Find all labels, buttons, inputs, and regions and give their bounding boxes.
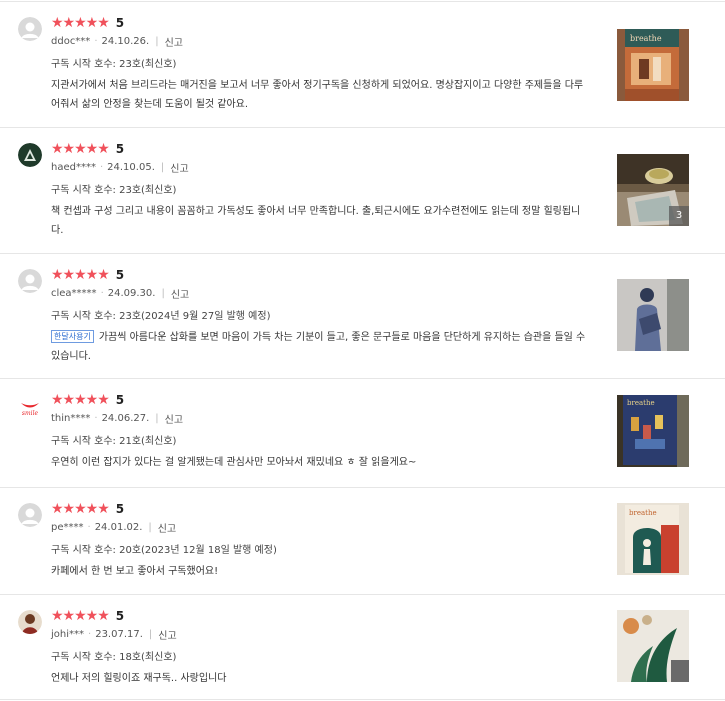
review-item: ★★★★★ 5 johi*** · 23.07.17. | 신고 구독 시작 호…	[0, 594, 725, 700]
review-photo[interactable]: breathe	[617, 395, 689, 467]
month-review-badge: 한달사용기	[51, 330, 94, 343]
review-photo[interactable]: breathe	[617, 29, 689, 101]
smile-logo: smile	[18, 394, 42, 418]
review-list: ★★★★★ 5 ddoc*** · 24.10.26. | 신고 구독 시작 호…	[0, 0, 725, 701]
star-rating-icon: ★★★★★	[51, 392, 110, 408]
rating-score: 5	[115, 16, 125, 30]
review-text-content: 가끔씩 아름다운 삽화를 보면 마음이 가득 차는 기분이 들고, 좋은 문구들…	[51, 332, 586, 362]
svg-text:breathe: breathe	[630, 34, 662, 43]
subscription-issue: 구독 시작 호수: 18호(최신호)	[51, 652, 177, 663]
review-item: ★★★★★ 5 pe**** · 24.01.02. | 신고 구독 시작 호수…	[0, 487, 725, 594]
review-text: 카페에서 한 번 보고 좋아서 구독했어요!	[51, 566, 219, 577]
review-text: 언제나 저의 힐링이죠 재구독.. 사랑입니다	[51, 673, 227, 684]
rating-score: 5	[115, 502, 125, 516]
default-avatar-icon	[18, 269, 42, 293]
review-photo[interactable]	[617, 279, 689, 351]
user-id: clea*****	[51, 288, 97, 299]
review-meta: johi*** · 23.07.17. | 신고	[51, 627, 177, 642]
rating-stars: ★★★★★ 5	[51, 609, 124, 623]
review-item: smile ★★★★★ 5 thin**** · 24.06.27. | 신고 …	[0, 378, 725, 487]
user-id: thin****	[51, 413, 91, 424]
report-link[interactable]: 신고	[165, 411, 183, 426]
review-date: 24.06.27.	[101, 413, 150, 424]
review-meta: pe**** · 24.01.02. | 신고	[51, 520, 177, 535]
rating-stars: ★★★★★ 5	[51, 16, 124, 30]
report-link[interactable]: 신고	[170, 160, 188, 175]
default-avatar-icon	[18, 17, 42, 41]
profile-photo	[18, 610, 42, 634]
subscription-issue: 구독 시작 호수: 20호(2023년 12월 18일 발행 예정)	[51, 545, 277, 556]
rating-score: 5	[115, 142, 125, 156]
star-rating-icon: ★★★★★	[51, 501, 110, 517]
star-rating-icon: ★★★★★	[51, 267, 110, 283]
review-date: 24.09.30.	[107, 288, 156, 299]
review-date: 24.01.02.	[94, 522, 143, 533]
review-photo[interactable]	[617, 610, 689, 682]
photo-count-badge: 3	[669, 206, 689, 226]
profile-photo	[18, 143, 42, 167]
review-meta: thin**** · 24.06.27. | 신고	[51, 411, 184, 426]
subscription-issue: 구독 시작 호수: 23호(최신호)	[51, 59, 177, 70]
review-meta: ddoc*** · 24.10.26. | 신고	[51, 34, 183, 49]
rating-stars: ★★★★★ 5	[51, 393, 124, 407]
review-photo[interactable]: 3	[617, 154, 689, 226]
review-text: 책 컨셉과 구성 그리고 내용이 꼼꼼하고 가독성도 좋아서 너무 만족합니다.…	[51, 206, 581, 236]
report-link[interactable]: 신고	[158, 520, 176, 535]
default-avatar-icon	[18, 503, 42, 527]
rating-score: 5	[115, 268, 125, 282]
report-link[interactable]: 신고	[171, 286, 189, 301]
subscription-issue: 구독 시작 호수: 23호(최신호)	[51, 185, 177, 196]
smile-logo-text: smile	[22, 410, 39, 417]
review-meta: clea***** · 24.09.30. | 신고	[51, 286, 190, 301]
user-id: haed****	[51, 162, 96, 173]
user-id: johi***	[51, 629, 85, 640]
rating-score: 5	[115, 609, 125, 623]
report-link[interactable]: 신고	[158, 627, 176, 642]
report-link[interactable]: 신고	[165, 34, 183, 49]
star-rating-icon: ★★★★★	[51, 141, 110, 157]
review-date: 23.07.17.	[95, 629, 143, 640]
rating-stars: ★★★★★ 5	[51, 268, 124, 282]
review-text: 지관서가에서 처음 브리드라는 매거진을 보고서 너무 좋아서 정기구독을 신청…	[51, 80, 584, 110]
review-item: ★★★★★ 5 ddoc*** · 24.10.26. | 신고 구독 시작 호…	[0, 1, 725, 127]
star-rating-icon: ★★★★★	[51, 608, 110, 624]
rating-score: 5	[115, 393, 125, 407]
review-date: 24.10.05.	[107, 162, 155, 173]
svg-text:breathe: breathe	[629, 509, 657, 517]
subscription-issue: 구독 시작 호수: 23호(2024년 9월 27일 발행 예정)	[51, 311, 271, 322]
review-text: 우연히 이런 잡지가 있다는 걸 알게됐는데 관심사만 모아놔서 재밌네요 ㅎ …	[51, 457, 417, 468]
review-meta: haed**** · 24.10.05. | 신고	[51, 160, 189, 175]
svg-text:breathe: breathe	[627, 399, 655, 407]
user-id: ddoc***	[51, 36, 91, 47]
review-photo[interactable]: breathe	[617, 503, 689, 575]
review-text: 한달사용기 가끔씩 아름다운 삽화를 보면 마음이 가득 차는 기분이 들고, 좋…	[51, 328, 591, 366]
user-id: pe****	[51, 522, 84, 533]
review-date: 24.10.26.	[101, 36, 150, 47]
star-rating-icon: ★★★★★	[51, 15, 110, 31]
review-item: ★★★★★ 5 clea***** · 24.09.30. | 신고 구독 시작…	[0, 253, 725, 378]
review-item: ★★★★★ 5 haed**** · 24.10.05. | 신고 구독 시작 …	[0, 127, 725, 253]
subscription-issue: 구독 시작 호수: 21호(최신호)	[51, 436, 177, 447]
rating-stars: ★★★★★ 5	[51, 502, 124, 516]
rating-stars: ★★★★★ 5	[51, 142, 124, 156]
